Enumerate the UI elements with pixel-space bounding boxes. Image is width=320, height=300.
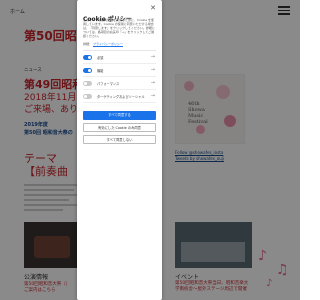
close-icon[interactable]: ✕ <box>150 4 156 12</box>
privacy-policy-link[interactable]: プライバシーポリシー <box>93 42 123 46</box>
category-label: ターゲティングおよびソーシャル <box>97 94 145 99</box>
category-performance[interactable]: パフォーマンス → <box>83 77 156 90</box>
toggle-switch[interactable] <box>83 67 92 73</box>
arrow-right-icon[interactable]: → <box>151 80 155 86</box>
accept-selected-button[interactable]: 有効にした Cookie のみ同意 <box>83 123 156 132</box>
reject-all-button[interactable]: すべて同意しない <box>83 135 156 144</box>
details-label: 詳細： <box>83 42 93 46</box>
cookie-policy-dialog: Cookie ポリシー ✕ このサイトでは利便性を高めるために、Cookie を… <box>77 0 162 300</box>
toggle-switch[interactable] <box>83 80 92 86</box>
accept-all-button[interactable]: すべて同意する <box>83 111 156 120</box>
arrow-right-icon[interactable]: → <box>151 67 155 73</box>
dialog-title: Cookie ポリシー <box>83 16 132 23</box>
category-label: パフォーマンス <box>97 81 120 86</box>
arrow-right-icon[interactable]: → <box>151 93 155 99</box>
category-required[interactable]: 必須 → <box>83 51 156 64</box>
arrow-right-icon[interactable]: → <box>151 54 155 60</box>
details-row: 詳細： プライバシーポリシー <box>83 42 156 46</box>
dialog-header: Cookie ポリシー ✕ <box>83 4 156 23</box>
toggle-switch[interactable] <box>83 93 92 99</box>
category-label: 必須 <box>97 55 104 60</box>
category-targeting[interactable]: ターゲティングおよびソーシャル → <box>83 90 156 103</box>
category-label: 機能 <box>97 68 104 73</box>
toggle-switch[interactable] <box>83 54 92 60</box>
category-functional[interactable]: 機能 → <box>83 64 156 77</box>
